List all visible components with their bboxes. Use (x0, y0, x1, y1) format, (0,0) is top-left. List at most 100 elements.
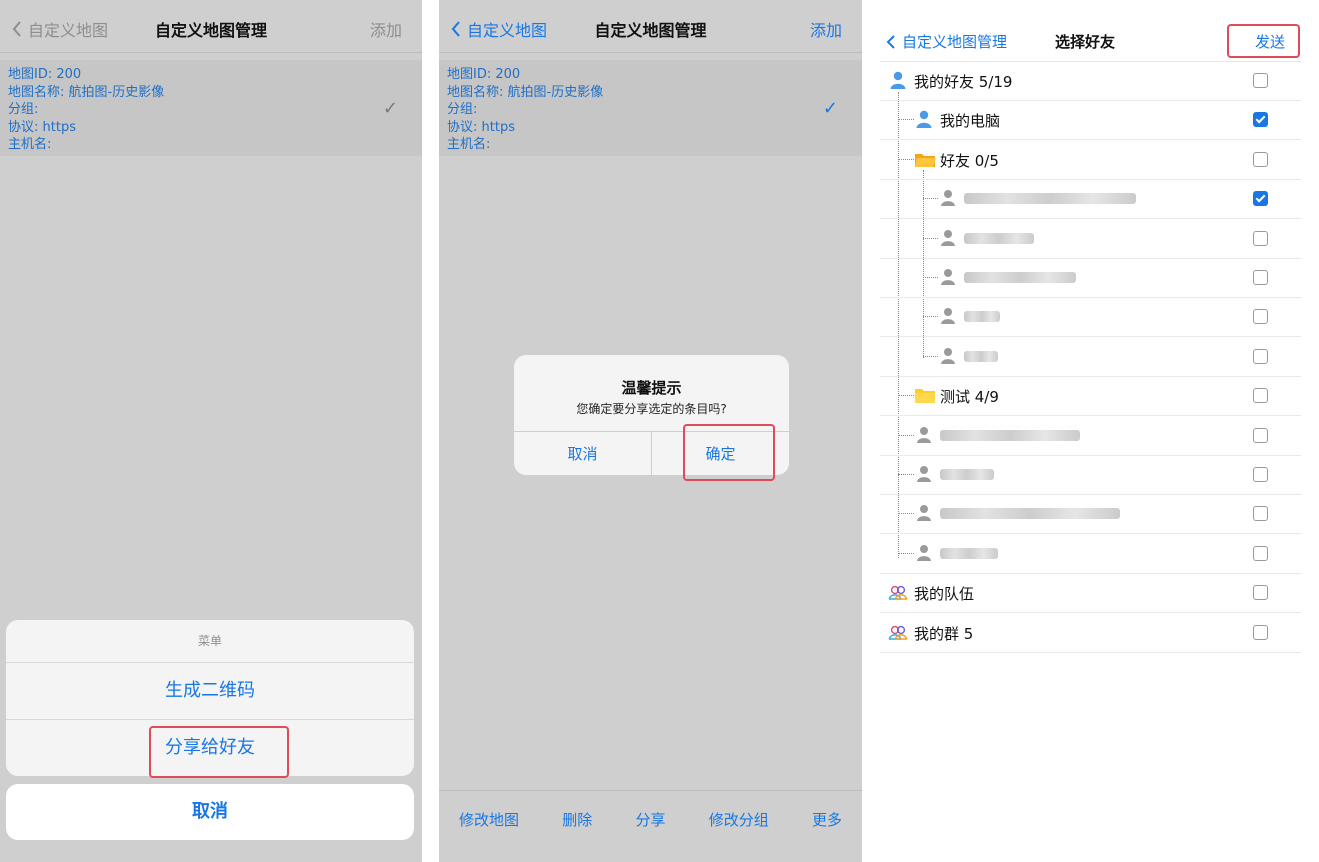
action-sheet-title: 菜单 (6, 620, 414, 663)
page-title: 自定义地图管理 (594, 21, 707, 40)
map-id: 地图ID: 200 (8, 67, 82, 82)
checkmark-icon: ✓ (382, 98, 398, 119)
select-checkbox[interactable] (1253, 73, 1268, 88)
tree-line (898, 395, 914, 397)
tree-line (898, 474, 914, 475)
contact-name-redacted (964, 350, 998, 362)
group-my-team[interactable]: 我的队伍 (880, 573, 1301, 614)
tree-line (898, 119, 914, 121)
contact-name-redacted (940, 508, 1120, 520)
row-label: 我的群 5 (914, 624, 974, 643)
add-button[interactable]: 添加 (370, 17, 402, 41)
contact-icon (938, 267, 958, 287)
select-checkbox[interactable] (1253, 506, 1268, 522)
chevron-left-icon (886, 34, 895, 49)
tree-line (898, 513, 914, 515)
map-host: 主机名: (8, 137, 52, 153)
folder-icon (914, 385, 935, 405)
map-info: 地图ID: 200 地图名称: 航拍图-历史影像 分组: 协议: https 主… (8, 66, 164, 154)
tree-line (923, 198, 938, 200)
back-button[interactable]: 自定义地图管理 (886, 31, 1007, 52)
dialog-message: 您确定要分享选定的条目吗? (576, 402, 727, 416)
tree-line (923, 237, 938, 239)
select-checkbox[interactable] (1253, 585, 1268, 601)
contact-icon (938, 346, 958, 366)
checkmark-icon: ✓ (822, 98, 838, 119)
tree-line (898, 434, 914, 436)
group-my-friends[interactable]: 我的好友 5/19 (880, 61, 1301, 101)
nav-bar: 自定义地图 自定义地图管理 添加 (439, 0, 862, 53)
contact-icon (914, 503, 934, 523)
toolbar-edit-map[interactable]: 修改地图 (459, 791, 519, 862)
map-group: 分组: (8, 102, 39, 118)
select-friends-screen: 自定义地图管理 选择好友 发送 我的好友 5/19 我的电脑 好友 0/5 测试 4/… (862, 0, 1319, 862)
select-checkbox[interactable] (1253, 388, 1268, 404)
friend-my-computer[interactable]: 我的电脑 (880, 100, 1301, 141)
contact-row[interactable] (880, 455, 1301, 495)
contact-name-redacted (964, 193, 1136, 205)
group-test[interactable]: 测试 4/9 (880, 376, 1301, 417)
nav-bar: 自定义地图 自定义地图管理 添加 (0, 0, 422, 53)
contact-icon (938, 188, 958, 208)
map-group: 分组: (447, 102, 478, 118)
map-protocol: 协议: https (447, 119, 515, 135)
contact-row[interactable] (880, 297, 1301, 338)
select-checkbox[interactable] (1253, 112, 1268, 128)
select-checkbox[interactable] (1253, 624, 1268, 640)
contact-row[interactable] (880, 179, 1301, 220)
select-checkbox[interactable] (1253, 151, 1268, 167)
user-icon (914, 109, 934, 129)
select-checkbox[interactable] (1253, 348, 1268, 364)
contact-row[interactable] (880, 258, 1301, 298)
select-checkbox[interactable] (1253, 545, 1268, 561)
group-my-groups[interactable]: 我的群 5 (880, 613, 1301, 653)
row-label: 测试 4/9 (940, 388, 999, 407)
contact-row[interactable] (880, 337, 1301, 377)
highlight-box (1227, 24, 1300, 58)
contact-icon (914, 543, 934, 563)
select-checkbox[interactable] (1253, 309, 1268, 325)
select-checkbox[interactable] (1253, 191, 1268, 207)
select-checkbox[interactable] (1253, 467, 1268, 482)
toolbar-delete[interactable]: 删除 (562, 791, 592, 862)
page-title: 自定义地图管理 (154, 21, 267, 40)
folder-icon (914, 149, 936, 169)
map-list-item[interactable]: 地图ID: 200 地图名称: 航拍图-历史影像 分组: 协议: https 主… (0, 60, 422, 156)
contact-row[interactable] (880, 534, 1301, 574)
tree-line (923, 277, 938, 278)
contact-row[interactable] (880, 416, 1301, 456)
contact-icon (914, 425, 934, 445)
team-icon (888, 582, 908, 602)
map-list-item[interactable]: 地图ID: 200 地图名称: 航拍图-历史影像 分组: 协议: https 主… (439, 60, 862, 156)
contact-icon (938, 228, 958, 248)
tree-line (923, 316, 938, 318)
dialog-title: 温馨提示 (621, 379, 682, 397)
back-label: 自定义地图管理 (902, 33, 1008, 51)
add-button[interactable]: 添加 (810, 17, 842, 41)
contact-row[interactable] (880, 494, 1301, 535)
toolbar-share[interactable]: 分享 (635, 791, 665, 862)
contact-row[interactable] (880, 219, 1301, 259)
tree-line (898, 552, 914, 554)
contact-name-redacted (964, 232, 1034, 244)
map-management-screen-menu: 自定义地图 自定义地图管理 添加 地图ID: 200 地图名称: 航拍图-历史影… (0, 0, 422, 862)
row-label: 我的好友 5/19 (914, 73, 1013, 91)
generate-qrcode-button[interactable]: 生成二维码 (6, 663, 414, 719)
map-name: 地图名称: 航拍图-历史影像 (8, 84, 165, 100)
highlight-box (149, 726, 289, 778)
dialog-cancel-button[interactable]: 取消 (514, 432, 651, 475)
contact-name-redacted (964, 272, 1076, 283)
map-id: 地图ID: 200 (447, 67, 521, 82)
contact-name-redacted (964, 311, 1000, 323)
contact-name-redacted (940, 429, 1080, 441)
select-checkbox[interactable] (1253, 427, 1268, 443)
toolbar-edit-group[interactable]: 修改分组 (709, 791, 769, 862)
contact-icon (938, 306, 958, 326)
select-checkbox[interactable] (1253, 270, 1268, 285)
group-friends[interactable]: 好友 0/5 (880, 140, 1301, 180)
sheet-cancel-button[interactable]: 取消 (6, 784, 414, 840)
select-checkbox[interactable] (1253, 230, 1268, 246)
toolbar-more[interactable]: 更多 (812, 791, 842, 862)
contact-name-redacted (940, 547, 998, 559)
tree-line (923, 355, 938, 357)
